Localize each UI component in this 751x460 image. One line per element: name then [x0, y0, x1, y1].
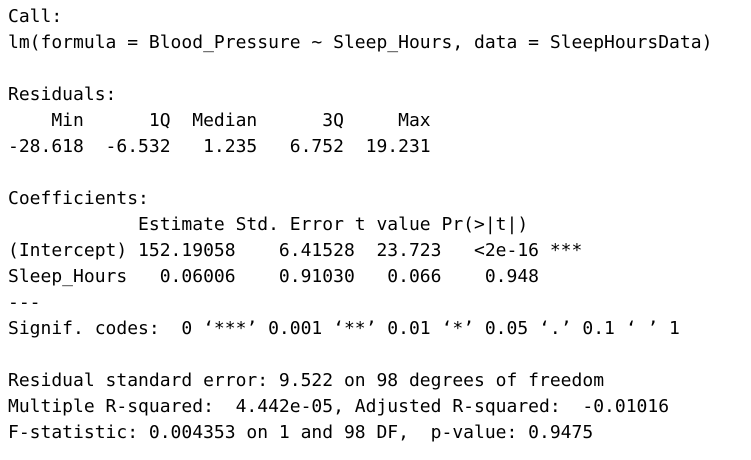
call-header: Call: [8, 6, 63, 27]
signif-codes: Signif. codes: 0 ‘***’ 0.001 ‘**’ 0.01 ‘… [8, 318, 680, 339]
coefficient-row-sleep-hours: Sleep_Hours 0.06006 0.91030 0.066 0.948 [8, 266, 583, 287]
r-squared-line: Multiple R-squared: 4.442e-05, Adjusted … [8, 396, 680, 417]
residuals-labels: Min 1Q Median 3Q Max [8, 110, 442, 131]
coefficients-separator: --- [8, 292, 41, 313]
residual-standard-error: Residual standard error: 9.522 on 98 deg… [8, 370, 605, 391]
residuals-header: Residuals: [8, 84, 117, 105]
coefficients-column-header: Estimate Std. Error t value Pr(>|t|) [8, 214, 572, 235]
call-formula: lm(formula = Blood_Pressure ~ Sleep_Hour… [8, 32, 713, 53]
coefficient-row-intercept: (Intercept) 152.19058 6.41528 23.723 <2e… [8, 240, 583, 261]
f-statistic-line: F-statistic: 0.004353 on 1 and 98 DF, p-… [8, 422, 594, 443]
residuals-values: -28.618 -6.532 1.235 6.752 19.231 [8, 136, 442, 157]
r-console-output: Call: lm(formula = Blood_Pressure ~ Slee… [0, 0, 751, 460]
coefficients-header: Coefficients: [8, 188, 149, 209]
